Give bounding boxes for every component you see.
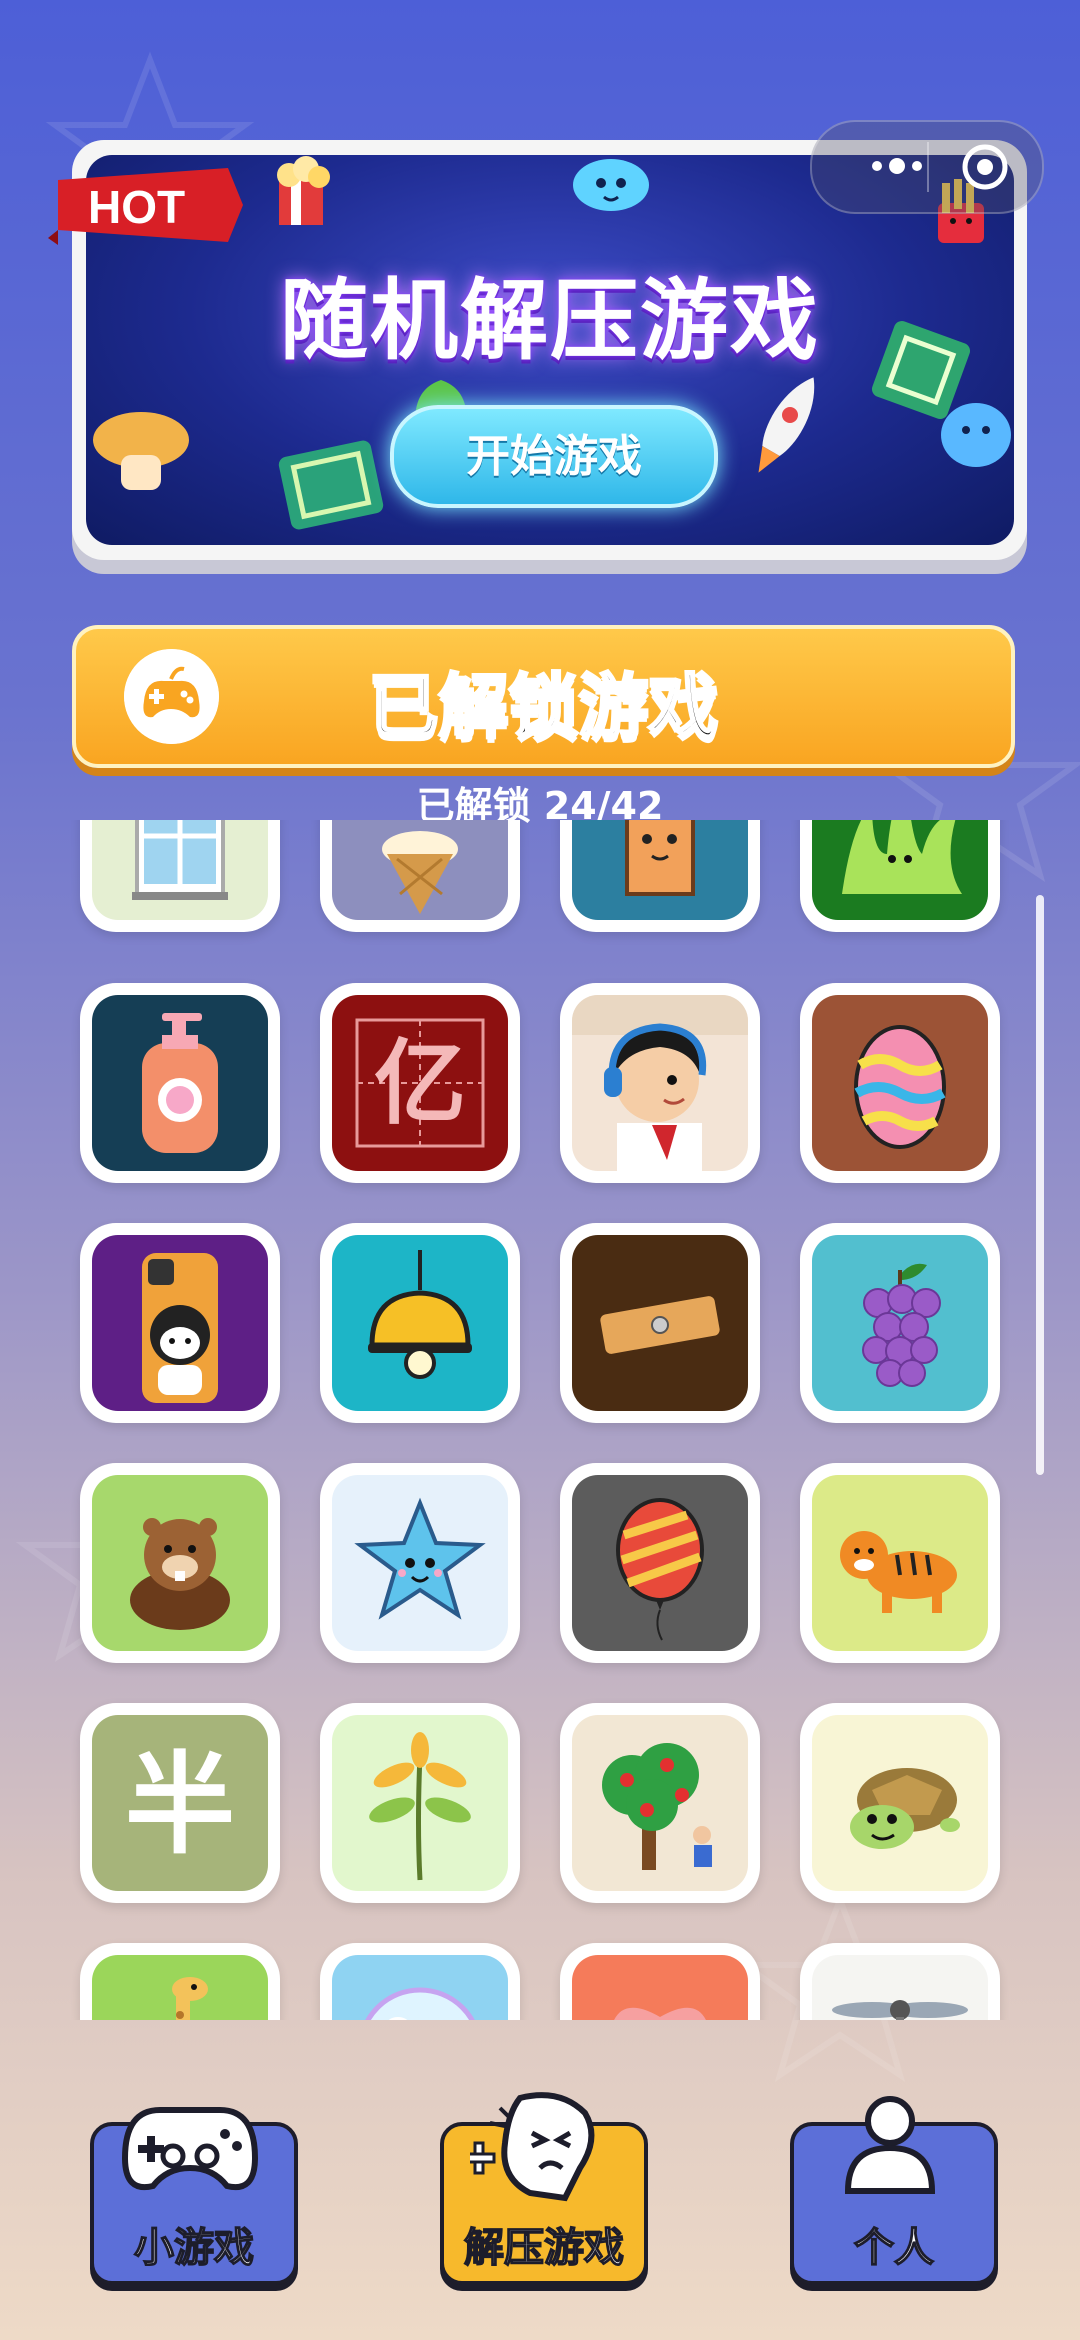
blue-bird-sticker [573, 159, 649, 211]
user-icon [844, 2096, 936, 2194]
svg-text:半: 半 [125, 1741, 235, 1869]
propeller-icon [832, 2000, 968, 2020]
sprout-icon [369, 1732, 471, 1881]
game-tile-apple-tree[interactable] [560, 1703, 760, 1903]
game-tile-lamp[interactable] [320, 1223, 520, 1423]
balloon-icon [616, 1498, 704, 1641]
boy-headphones-icon [572, 995, 748, 1171]
game-tile-grapes[interactable] [800, 1223, 1000, 1423]
game-tile-bubble[interactable] [320, 1943, 520, 2020]
game-tile-window[interactable] [80, 820, 280, 932]
stressed-face-icon [470, 2092, 595, 2202]
game-tile-phone-case[interactable] [80, 1223, 280, 1423]
blue-blob-sticker [941, 403, 1011, 467]
hot-badge: HOT [48, 168, 243, 245]
game-tile-heart[interactable] [560, 1943, 760, 2020]
game-tile-star[interactable] [320, 1463, 520, 1663]
game-tile-sprout[interactable] [320, 1703, 520, 1903]
game-tile-tiger[interactable] [800, 1463, 1000, 1663]
game-tile-character-yi[interactable]: 亿 [320, 983, 520, 1183]
unlocked-games-header: 已解锁游戏 [72, 625, 1015, 768]
start-game-button[interactable]: 开始游戏 [390, 405, 718, 508]
hanging-lamp-icon [368, 1250, 472, 1379]
ice-cream-cone-icon [382, 831, 458, 914]
game-tile-wood-plank[interactable] [560, 1223, 760, 1423]
door-icon [625, 820, 695, 896]
game-tile-beaver[interactable] [80, 1463, 280, 1663]
character-ban-icon: 半 [125, 1741, 235, 1869]
game-tile-propeller[interactable] [800, 1943, 1000, 2020]
game-tile-balloon[interactable] [560, 1463, 760, 1663]
unlocked-games-title: 已解锁游戏 [367, 665, 720, 750]
tiger-icon [840, 1531, 957, 1613]
close-miniprogram-icon[interactable] [960, 142, 1010, 192]
capsule-divider [927, 142, 929, 192]
bubble-icon [365, 1987, 475, 2020]
game-tile-giraffe[interactable] [80, 1943, 280, 2020]
popcorn-sticker [277, 156, 330, 225]
apple-tree-icon [602, 1743, 712, 1870]
mushroom-sticker [93, 412, 189, 490]
game-tile-lotion[interactable] [80, 983, 280, 1183]
beaver-icon [130, 1518, 230, 1630]
game-tile-boy[interactable] [560, 983, 760, 1183]
banner-title: 随机解压游戏 [279, 268, 820, 372]
game-tile-ice-cream[interactable] [320, 820, 520, 932]
grass-icon [842, 820, 962, 894]
giraffe-icon [172, 1977, 208, 2020]
maze-sticker [278, 440, 384, 530]
character-yi-icon: 亿 [355, 1018, 485, 1148]
nav-profile-label: 个人 [853, 2224, 935, 2272]
svg-text:亿: 亿 [374, 1030, 466, 1137]
star-face-icon [354, 1497, 486, 1620]
game-tile-grass[interactable] [800, 820, 1000, 932]
game-grid[interactable]: 亿 半 [0, 820, 1080, 2020]
lotion-bottle-icon [142, 1013, 218, 1153]
grapes-icon [862, 1263, 941, 1387]
game-tile-turtle[interactable] [800, 1703, 1000, 1903]
nav-mini-games-label: 小游戏 [133, 2224, 255, 2272]
game-tile-character-ban[interactable]: 半 [80, 1703, 280, 1903]
window-icon [132, 820, 228, 900]
heart-icon [614, 2007, 706, 2020]
hot-label: HOT [88, 181, 185, 233]
phone-case-icon [142, 1253, 218, 1403]
easter-egg-icon [854, 1025, 946, 1149]
nav-stress-games-label: 解压游戏 [463, 2224, 625, 2272]
wood-plank-icon [600, 1296, 720, 1354]
game-tile-easter-egg[interactable] [800, 983, 1000, 1183]
game-tile-door[interactable] [560, 820, 760, 932]
grid-scrollbar[interactable] [1036, 895, 1044, 1475]
rocket-sticker [758, 377, 815, 473]
more-options-icon[interactable] [842, 146, 952, 186]
turtle-icon [850, 1768, 960, 1849]
miniprogram-capsule [810, 120, 1044, 214]
gamepad-icon [121, 2107, 259, 2191]
